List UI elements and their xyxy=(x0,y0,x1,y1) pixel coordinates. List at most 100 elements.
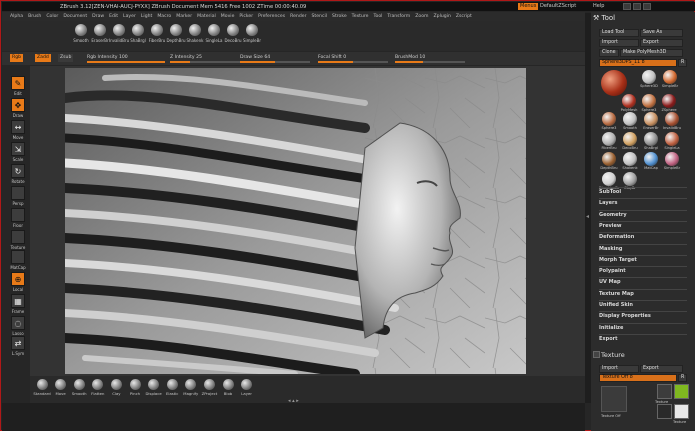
menu-stencil[interactable]: Stencil xyxy=(311,14,327,19)
menu-draw[interactable]: Draw xyxy=(92,14,104,19)
tool-thumbnail[interactable]: FiberBru xyxy=(599,132,619,150)
tool-thumbnail[interactable]: Smooth xyxy=(620,112,640,130)
texture-off-swatch[interactable] xyxy=(601,386,627,412)
tool-thumbnail[interactable]: SimpleBr xyxy=(660,70,680,88)
bottom-brush-3[interactable]: Flatten xyxy=(88,379,108,396)
tool-thumbnail[interactable]: MatCap xyxy=(641,152,661,170)
zadd-toggle[interactable]: Zadd xyxy=(35,54,51,62)
left-tool-scale[interactable]: ⇲ Scale xyxy=(10,142,26,162)
bottom-brush-1[interactable]: Move xyxy=(51,379,71,396)
subpalette-preview[interactable]: Preview xyxy=(599,223,622,229)
menu-light[interactable]: Light xyxy=(141,14,152,19)
bottom-brush-10[interactable]: Blob xyxy=(218,379,238,396)
texture-import-button[interactable]: Import xyxy=(599,365,639,373)
tool-thumbnail[interactable]: SimpleBr xyxy=(662,152,682,170)
subpalette-uv-map[interactable]: UV Map xyxy=(599,279,621,285)
bottom-brush-8[interactable]: Magnify xyxy=(181,379,201,396)
menu-color[interactable]: Color xyxy=(46,14,58,19)
subpalette-unified-skin[interactable]: Unified Skin xyxy=(599,302,633,308)
menu-document[interactable]: Document xyxy=(63,14,87,19)
tool-thumbnail[interactable]: Sphere3 xyxy=(599,112,619,130)
tool-thumbnail[interactable]: Shakenk xyxy=(620,152,640,170)
subpalette-layers[interactable]: Layers xyxy=(599,200,618,206)
menu-zplugin[interactable]: Zplugin xyxy=(434,14,451,19)
bottom-brush-11[interactable]: Layer xyxy=(237,379,257,396)
texture-swatch-3[interactable] xyxy=(657,404,672,419)
left-tool-rotate[interactable]: ↻ Rotate xyxy=(10,164,26,184)
default-zscript-button[interactable]: DefaultZScript xyxy=(540,3,576,10)
left-tool-floor[interactable]: Floor xyxy=(10,208,26,228)
bottom-brush-0[interactable]: Standard xyxy=(32,379,52,396)
tool-r-button[interactable]: R xyxy=(678,59,687,67)
menu-edit[interactable]: Edit xyxy=(109,14,118,19)
load-tool-button[interactable]: Load Tool xyxy=(599,29,639,37)
menu-material[interactable]: Material xyxy=(197,14,216,19)
make-polymesh3d-button[interactable]: Make PolyMesh3D xyxy=(620,49,683,57)
texture-swatch-1[interactable] xyxy=(657,384,672,399)
tool-thumbnail[interactable]: PolyMesh xyxy=(619,94,639,112)
zsub-toggle[interactable]: Zsub xyxy=(58,54,74,62)
texture-swatch-2[interactable] xyxy=(674,384,689,399)
menu-transform[interactable]: Transform xyxy=(387,14,410,19)
subpalette-deformation[interactable]: Deformation xyxy=(599,234,634,240)
subpalette-texture-map[interactable]: Texture Map xyxy=(599,291,634,297)
import-button[interactable]: Import xyxy=(599,39,639,47)
menu-zoom[interactable]: Zoom xyxy=(415,14,428,19)
menu-preferences[interactable]: Preferences xyxy=(258,14,285,19)
menu-render[interactable]: Render xyxy=(290,14,306,19)
top-brush-9[interactable]: SimpleBr xyxy=(241,24,263,43)
menu-stroke[interactable]: Stroke xyxy=(332,14,347,19)
left-tool-lasso[interactable]: ◌ Lasso xyxy=(10,316,26,336)
tool-thumbnail[interactable]: DecoBru xyxy=(620,132,640,150)
subpalette-polypaint[interactable]: Polypaint xyxy=(599,268,626,274)
menu-alpha[interactable]: Alpha xyxy=(10,14,23,19)
z-intensity-slider[interactable]: Z Intensity 25 xyxy=(170,54,248,63)
texture-swatch-4[interactable] xyxy=(674,404,689,419)
tool-thumbnail[interactable]: Sphere3D xyxy=(639,70,659,88)
current-tool-selector[interactable]: Sphere3DPS_11 8 xyxy=(599,59,677,67)
left-tool-move[interactable]: ↔ Move xyxy=(10,120,26,140)
help-button[interactable]: Help xyxy=(593,3,604,10)
rgb-toggle[interactable]: Rgb xyxy=(10,54,24,62)
tool-thumbnail[interactable]: EraserBr xyxy=(641,112,661,130)
left-tool-persp[interactable]: Persp xyxy=(10,186,26,206)
save-as-button[interactable]: Save As xyxy=(640,29,683,37)
bottom-brush-7[interactable]: Elastic xyxy=(162,379,182,396)
tool-thumbnail[interactable]: ZSphere xyxy=(659,94,679,112)
left-tool-local[interactable]: ⊕ Local xyxy=(10,272,26,292)
bottom-brush-6[interactable]: Displace xyxy=(144,379,164,396)
menu-brush[interactable]: Brush xyxy=(28,14,41,19)
subpalette-display-properties[interactable]: Display Properties xyxy=(599,313,651,319)
menu-marker[interactable]: Marker xyxy=(176,14,192,19)
focal-shift-slider[interactable]: Focal Shift 0 xyxy=(318,54,388,63)
texture-r-button[interactable]: R xyxy=(678,374,687,382)
document-canvas[interactable] xyxy=(65,68,526,374)
left-tool-edit[interactable]: ✎ Edit xyxy=(10,76,26,96)
menu-picker[interactable]: Picker xyxy=(239,14,253,19)
left-tool-texture[interactable]: Texture xyxy=(10,230,26,250)
tray-arrows[interactable]: ◂ ▴ ▸ xyxy=(288,398,299,404)
left-tool-lsym[interactable]: ⇄ L.Sym xyxy=(10,336,26,356)
tool-thumbnail[interactable]: Sphere3 xyxy=(639,94,659,112)
subpalette-export[interactable]: Export xyxy=(599,336,618,342)
left-tool-matcap[interactable]: MatCap xyxy=(10,250,26,270)
tool-thumbnail[interactable]: InvalidBru xyxy=(662,112,682,130)
texture-selector[interactable]: Texture Off 8 xyxy=(599,374,677,382)
current-tool-preview[interactable] xyxy=(601,70,627,96)
subpalette-geometry[interactable]: Geometry xyxy=(599,212,627,218)
bottom-brush-2[interactable]: Smooth xyxy=(69,379,89,396)
menu-zscript[interactable]: Zscript xyxy=(456,14,472,19)
bottom-brush-9[interactable]: ZProject xyxy=(199,379,219,396)
menu-texture[interactable]: Texture xyxy=(352,14,369,19)
left-tool-frame[interactable]: ▦ Frame xyxy=(10,294,26,314)
menu-macro[interactable]: Macro xyxy=(157,14,171,19)
export-button[interactable]: Export xyxy=(640,39,683,47)
subpalette-subtool[interactable]: SubTool xyxy=(599,189,621,195)
left-tool-draw[interactable]: ✥ Draw xyxy=(10,98,26,118)
subpalette-masking[interactable]: Masking xyxy=(599,246,623,252)
bottom-brush-5[interactable]: Pinch xyxy=(125,379,145,396)
brushmod-slider[interactable]: BrushMod 10 xyxy=(395,54,465,63)
bottom-brush-4[interactable]: Clay xyxy=(106,379,126,396)
menu-tool[interactable]: Tool xyxy=(374,14,383,19)
minimize-icon[interactable] xyxy=(623,3,631,10)
